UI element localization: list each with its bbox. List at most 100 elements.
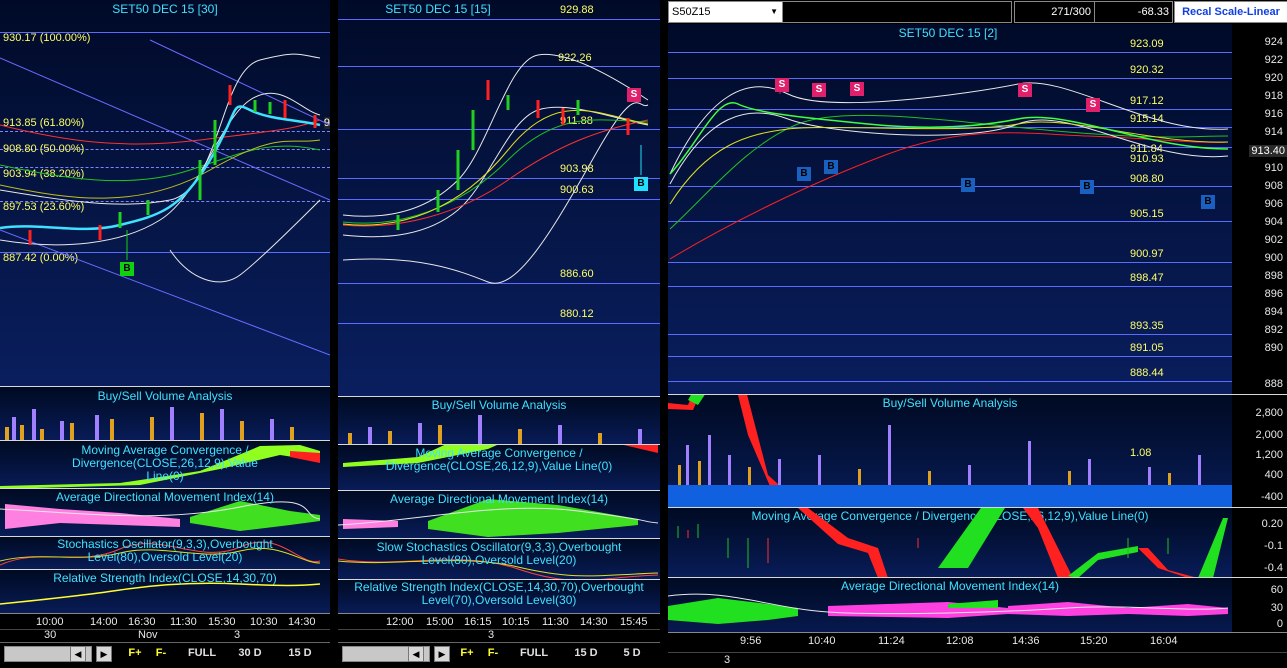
sell-signal[interactable]: S [850, 82, 864, 96]
macd-axis: 0.20 -0.1 -0.4 [1232, 508, 1287, 578]
buy-signal[interactable]: B [824, 160, 838, 174]
sell-signal[interactable]: S [1018, 83, 1032, 97]
time-tick: 16:30 [128, 616, 156, 628]
y-tick: -400 [1260, 491, 1283, 503]
recal-scale-button[interactable]: Recal Scale-Linear [1174, 1, 1287, 23]
range-15d-button[interactable]: 15 D [566, 645, 606, 661]
time-tick: 10:15 [502, 616, 530, 628]
sell-signal[interactable]: S [775, 78, 789, 92]
sell-signal[interactable]: S [1086, 98, 1100, 112]
buy-signal[interactable]: B [1201, 195, 1215, 209]
symbol-value: S50Z15 [672, 6, 711, 18]
y-tick: 890 [1264, 342, 1283, 354]
chart-panel-15[interactable]: SET50 DEC 15 [15] 929.88 922.26 911.88 9… [338, 0, 660, 668]
y-tick: 2,000 [1255, 429, 1283, 441]
macd-pane: Moving Average Convergence / Divergence(… [338, 444, 660, 491]
time-tick: 16:15 [464, 616, 492, 628]
volume-pane: Buy/Sell Volume Analysis [0, 386, 330, 441]
pane-title: Average Directional Movement Index(14) [390, 492, 608, 506]
y-tick: 904 [1264, 216, 1283, 228]
y-tick: 2,800 [1255, 407, 1283, 419]
y-tick: 0 [1276, 618, 1283, 630]
pane-title: Slow Stochastics Oscillator(9,3,3),Overb… [376, 540, 622, 567]
sell-signal[interactable]: S [627, 88, 641, 102]
change-box: -68.33 [1094, 1, 1173, 23]
y-tick: 0.20 [1261, 518, 1283, 530]
rsi-pane: Relative Strength Index(CLOSE,14,30,70) [0, 569, 330, 614]
time-tick: 10:00 [36, 616, 64, 628]
buy-signal[interactable]: B [634, 177, 648, 191]
y-tick: 914 [1264, 126, 1283, 138]
range-5d-button[interactable]: 5 D [612, 645, 652, 661]
volume-pane: Buy/Sell Volume Analysis 1.08 2,800 2,00… [668, 394, 1287, 508]
symbol-select[interactable]: S50Z15 ▼ [668, 1, 783, 23]
time-tick: 11:30 [170, 616, 197, 628]
time-tick: 12:08 [946, 635, 974, 647]
y-tick: 900 [1264, 252, 1283, 264]
y-tick: 898 [1264, 270, 1283, 282]
volume-axis: 2,800 2,000 1,200 400 -400 [1232, 395, 1287, 508]
y-tick: 922 [1264, 54, 1283, 66]
price-chart [0, 39, 330, 356]
time-tick: 9:56 [740, 635, 762, 647]
price-chart [342, 53, 649, 284]
y-tick: 892 [1264, 324, 1283, 336]
date-axis: 3 [338, 629, 660, 642]
date-tick: 30 [44, 629, 57, 641]
macd-pane: Moving Average Convergence / Divergence(… [0, 440, 330, 489]
price-tag: 913.40 [1249, 145, 1287, 157]
y-tick: 30 [1270, 602, 1283, 614]
recal-label: Recal Scale-Linear [1182, 6, 1280, 18]
zoom-out-button[interactable]: F- [150, 645, 172, 661]
buy-signal[interactable]: B [120, 262, 134, 276]
time-tick: 15:45 [620, 616, 648, 628]
scroll-left-icon[interactable]: ◀ [70, 646, 86, 662]
buy-signal[interactable]: B [961, 178, 975, 192]
zoom-in-button[interactable]: F+ [124, 645, 146, 661]
y-tick: 916 [1264, 108, 1283, 120]
zoom-in-button[interactable]: F+ [456, 645, 478, 661]
sell-signal[interactable]: S [812, 83, 826, 97]
chart-panel-2[interactable]: SET50 DEC 15 [2] 924 922 920 918 916 914… [668, 24, 1287, 668]
y-tick: -0.1 [1264, 540, 1283, 552]
counter-box: 271/300 [1014, 1, 1095, 23]
time-tick: 14:30 [288, 616, 316, 628]
scroll-right-icon[interactable]: ▶ [434, 646, 450, 662]
y-tick: 918 [1264, 90, 1283, 102]
y-tick: 902 [1264, 234, 1283, 246]
y-tick: -0.4 [1264, 562, 1283, 574]
zoom-out-button[interactable]: F- [482, 645, 504, 661]
time-tick: 16:04 [1150, 635, 1178, 647]
change-value: -68.33 [1137, 6, 1169, 18]
panel-header: S50Z15 ▼ 271/300 -68.33 Recal Scale-Line… [668, 0, 1287, 24]
scroll-left-icon[interactable]: ◀ [408, 646, 424, 662]
chart-panel-30[interactable]: SET50 DEC 15 [30] 930.17 (100.00%) 913.8… [0, 0, 330, 668]
range-30d-button[interactable]: 30 D [230, 645, 270, 661]
time-tick: 10:30 [250, 616, 278, 628]
chart-toolbar: ◀ ▶ F+ F- FULL 30 D 15 D [0, 642, 330, 668]
y-tick: 906 [1264, 198, 1283, 210]
y-tick: 920 [1264, 72, 1283, 84]
stochastic-pane: Slow Stochastics Oscillator(9,3,3),Overb… [338, 538, 660, 580]
range-15d-button[interactable]: 15 D [280, 645, 320, 661]
full-button[interactable]: FULL [514, 645, 554, 661]
pane-title: Relative Strength Index(CLOSE,14,30,70) [53, 571, 277, 585]
scroll-right-icon[interactable]: ▶ [96, 646, 112, 662]
date-axis: 3 [668, 652, 1287, 668]
date-tick: 3 [488, 629, 495, 641]
price-axis: 924 922 920 918 916 914 912 910 908 906 … [1232, 24, 1287, 394]
y-tick: 60 [1270, 584, 1283, 596]
volume-pane: Buy/Sell Volume Analysis [338, 396, 660, 445]
buy-signal[interactable]: B [797, 167, 811, 181]
macd-pane: Moving Average Convergence / Divergence(… [668, 507, 1287, 578]
y-tick: 888 [1264, 378, 1283, 390]
date-tick: 3 [724, 654, 731, 666]
time-tick: 14:36 [1012, 635, 1040, 647]
adx-pane: Average Directional Movement Index(14) [338, 490, 660, 539]
full-button[interactable]: FULL [182, 645, 222, 661]
time-tick: 12:00 [386, 616, 414, 628]
buy-signal[interactable]: B [1080, 180, 1094, 194]
time-tick: 15:30 [208, 616, 236, 628]
chevron-down-icon[interactable]: ▼ [770, 2, 778, 22]
pane-title: Moving Average Convergence / Divergence(… [72, 443, 258, 483]
